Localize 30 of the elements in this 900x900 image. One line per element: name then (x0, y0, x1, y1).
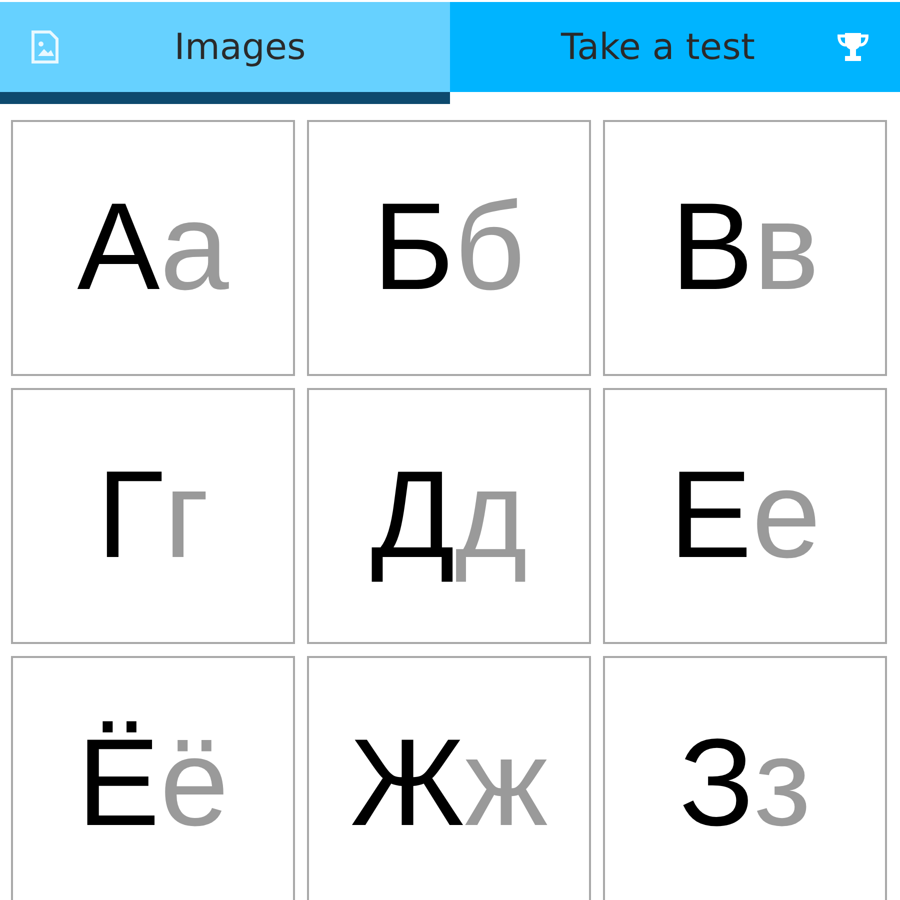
image-icon (30, 30, 60, 64)
letter-card[interactable]: Аа (11, 120, 295, 376)
uppercase-letter: Д (370, 445, 455, 586)
lowercase-letter: г (164, 445, 210, 586)
lowercase-letter: ё (160, 713, 229, 854)
letter-card[interactable]: Дд (307, 388, 591, 644)
uppercase-letter: Ж (350, 713, 465, 854)
letter-card[interactable]: Вв (603, 120, 887, 376)
letter-card[interactable]: Зз (603, 656, 887, 900)
tab[interactable]: Images (0, 2, 450, 104)
lowercase-letter: а (160, 177, 229, 318)
trophy-icon (836, 30, 870, 64)
uppercase-letter: А (77, 177, 160, 318)
letter-card[interactable]: Ёё (11, 656, 295, 900)
uppercase-letter: В (670, 177, 754, 318)
uppercase-letter: Б (372, 177, 454, 318)
letter-card[interactable]: Жж (307, 656, 591, 900)
uppercase-letter: З (679, 713, 754, 854)
lowercase-letter: в (753, 177, 820, 318)
lowercase-letter: е (752, 445, 821, 586)
lowercase-letter: б (454, 177, 526, 318)
uppercase-letter: Г (96, 445, 164, 586)
uppercase-letter: Е (669, 445, 752, 586)
lowercase-letter: з (754, 713, 811, 854)
letter-card[interactable]: Бб (307, 120, 591, 376)
lowercase-letter: д (454, 445, 528, 586)
letter-card[interactable]: Ее (603, 388, 887, 644)
lowercase-letter: ж (464, 713, 548, 854)
uppercase-letter: Ё (77, 713, 160, 854)
letter-card[interactable]: Гг (11, 388, 295, 644)
